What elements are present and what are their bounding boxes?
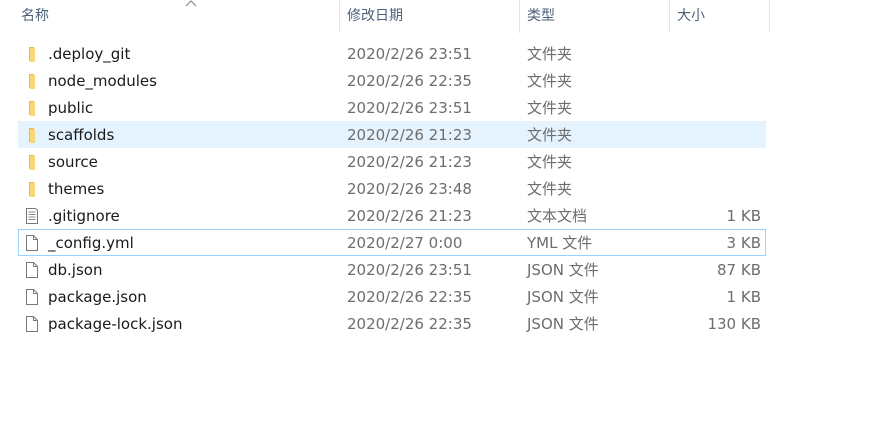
- column-header-size-label: 大小: [677, 8, 705, 24]
- file-row[interactable]: db.json 2020/2/26 23:51 JSON 文件 87 KB: [18, 256, 766, 283]
- file-modified-date: 2020/2/26 23:51: [347, 261, 472, 279]
- file-type: 文件夹: [527, 99, 573, 117]
- column-header-name[interactable]: 名称: [14, 0, 340, 33]
- file-type: 文件夹: [527, 153, 573, 171]
- file-name: source: [48, 153, 98, 171]
- file-size: 1 KB: [726, 288, 761, 306]
- file-row[interactable]: _config.yml 2020/2/27 0:00 YML 文件 3 KB: [18, 229, 766, 256]
- file-modified-date: 2020/2/26 22:35: [347, 288, 472, 306]
- file-type: 文本文档: [527, 207, 588, 225]
- file-icon: [23, 315, 41, 333]
- file-name: .gitignore: [48, 207, 120, 225]
- file-name: public: [48, 99, 94, 117]
- file-explorer: 名称 修改日期 类型 大小 .deploy_git 2020/2/26 23:51…: [0, 0, 879, 428]
- file-row[interactable]: scaffolds 2020/2/26 21:23 文件夹: [18, 121, 766, 148]
- folder-icon: [23, 153, 41, 171]
- column-header-date-label: 修改日期: [347, 8, 403, 24]
- file-modified-date: 2020/2/26 22:35: [347, 315, 472, 333]
- file-row[interactable]: package-lock.json 2020/2/26 22:35 JSON 文件 1…: [18, 310, 766, 337]
- file-row[interactable]: .gitignore 2020/2/26 21:23 文本文档 1 KB: [18, 202, 766, 229]
- sort-ascending-icon: [185, 0, 197, 7]
- file-name: _config.yml: [48, 234, 134, 252]
- folder-icon: [23, 126, 41, 144]
- file-row[interactable]: public 2020/2/26 23:51 文件夹: [18, 94, 766, 121]
- file-list: .deploy_git 2020/2/26 23:51 文件夹 node_module…: [18, 40, 766, 337]
- file-name: package.json: [48, 288, 147, 306]
- column-header-date[interactable]: 修改日期: [340, 0, 520, 33]
- folder-icon: [23, 72, 41, 90]
- file-size: 1 KB: [726, 207, 761, 225]
- file-size: 3 KB: [726, 234, 761, 252]
- file-name: themes: [48, 180, 105, 198]
- folder-icon: [23, 180, 41, 198]
- file-name: .deploy_git: [48, 45, 131, 63]
- folder-icon: [23, 45, 41, 63]
- file-type: 文件夹: [527, 72, 573, 90]
- file-type: 文件夹: [527, 45, 573, 63]
- file-type: 文件夹: [527, 180, 573, 198]
- file-size: 87 KB: [717, 261, 761, 279]
- file-modified-date: 2020/2/26 23:51: [347, 99, 472, 117]
- file-row[interactable]: node_modules 2020/2/26 22:35 文件夹: [18, 67, 766, 94]
- file-row[interactable]: source 2020/2/26 21:23 文件夹: [18, 148, 766, 175]
- file-name: db.json: [48, 261, 103, 279]
- file-icon: [23, 261, 41, 279]
- file-row[interactable]: .deploy_git 2020/2/26 23:51 文件夹: [18, 40, 766, 67]
- file-modified-date: 2020/2/26 23:48: [347, 180, 472, 198]
- column-header-name-label: 名称: [21, 8, 49, 24]
- file-type: JSON 文件: [527, 288, 599, 306]
- file-icon: [23, 288, 41, 306]
- column-header-size[interactable]: 大小: [670, 0, 770, 33]
- file-modified-date: 2020/2/26 21:23: [347, 126, 472, 144]
- file-modified-date: 2020/2/26 21:23: [347, 153, 472, 171]
- file-name: package-lock.json: [48, 315, 183, 333]
- file-name: scaffolds: [48, 126, 115, 144]
- column-header-type[interactable]: 类型: [520, 0, 670, 33]
- file-type: JSON 文件: [527, 261, 599, 279]
- file-type: YML 文件: [527, 234, 593, 252]
- file-size: 130 KB: [707, 315, 761, 333]
- file-modified-date: 2020/2/26 22:35: [347, 72, 472, 90]
- column-header-type-label: 类型: [527, 8, 555, 24]
- text-document-icon: [23, 207, 41, 225]
- file-icon: [23, 234, 41, 252]
- file-modified-date: 2020/2/26 23:51: [347, 45, 472, 63]
- file-row[interactable]: themes 2020/2/26 23:48 文件夹: [18, 175, 766, 202]
- file-name: node_modules: [48, 72, 157, 90]
- file-modified-date: 2020/2/26 21:23: [347, 207, 472, 225]
- file-row[interactable]: package.json 2020/2/26 22:35 JSON 文件 1 KB: [18, 283, 766, 310]
- file-type: 文件夹: [527, 126, 573, 144]
- file-modified-date: 2020/2/27 0:00: [347, 234, 463, 252]
- folder-icon: [23, 99, 41, 117]
- column-header-bar: 名称 修改日期 类型 大小: [0, 0, 770, 33]
- file-type: JSON 文件: [527, 315, 599, 333]
